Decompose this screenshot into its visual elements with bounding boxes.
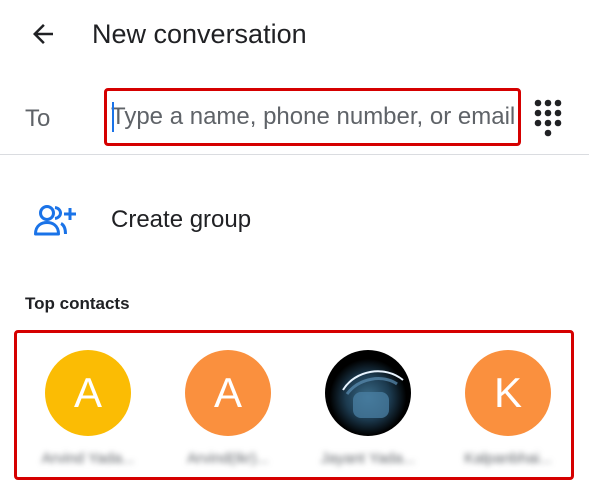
contact-name: Kalpanbhai... — [464, 450, 552, 467]
app-bar: New conversation — [0, 0, 589, 72]
recipient-row: To — [0, 84, 589, 154]
top-contacts-list: A Arvind Yada... A Arvind(Ikr)... Jayant… — [14, 330, 574, 480]
profile-photo-image — [342, 370, 404, 418]
new-conversation-screen: New conversation To Type a name, phone n… — [0, 0, 589, 500]
contact-item[interactable]: A Arvind(Ikr)... — [163, 350, 293, 475]
to-label: To — [25, 105, 51, 132]
contact-item[interactable]: K Kalpanbhai... — [443, 350, 573, 475]
dialpad-icon — [534, 99, 562, 137]
avatar: A — [185, 350, 271, 436]
contact-name: Arvind(Ikr)... — [187, 450, 269, 467]
contact-item[interactable]: Jayant Yada... — [303, 350, 433, 475]
create-group-button[interactable]: Create group — [0, 184, 589, 256]
contact-item[interactable]: A Arvind Yada... — [23, 350, 153, 475]
dialpad-button[interactable] — [528, 96, 568, 140]
contact-name: Jayant Yada... — [320, 450, 416, 467]
group-add-icon — [34, 205, 76, 236]
avatar: K — [465, 350, 551, 436]
arrow-back-icon — [33, 24, 53, 44]
avatar: A — [45, 350, 131, 436]
header-divider — [0, 154, 589, 155]
avatar-photo — [325, 350, 411, 436]
text-cursor — [112, 102, 114, 132]
contact-name: Arvind Yada... — [41, 450, 135, 467]
page-title: New conversation — [92, 19, 307, 49]
create-group-label: Create group — [111, 206, 252, 233]
top-contacts-heading: Top contacts — [25, 294, 130, 313]
recipient-input[interactable] — [104, 88, 521, 146]
back-button[interactable] — [22, 14, 64, 54]
